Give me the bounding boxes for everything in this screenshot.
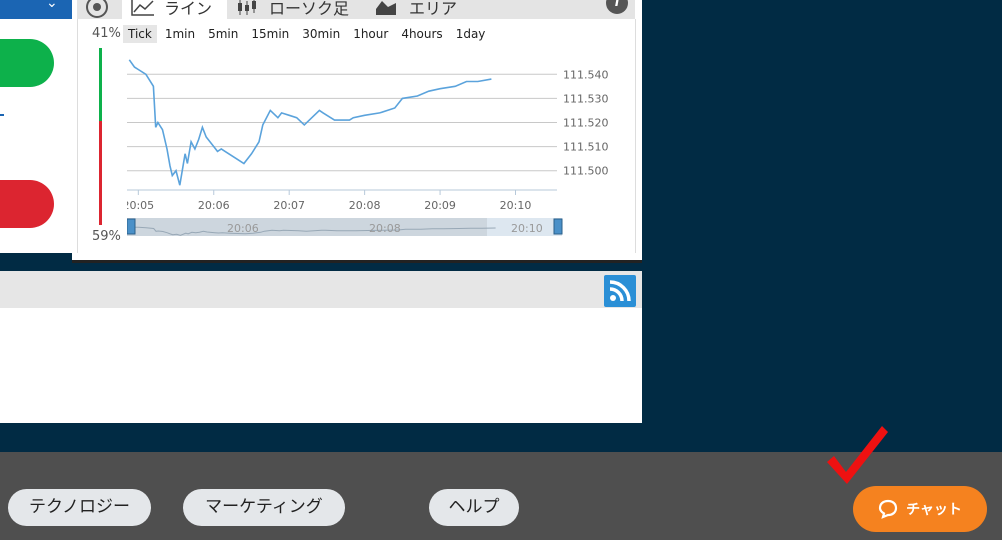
timeframe-4hours[interactable]: 4hours — [396, 25, 447, 43]
news-header — [0, 271, 642, 308]
sell-button[interactable] — [0, 180, 54, 228]
line-chart-icon — [131, 0, 154, 16]
buy-button[interactable] — [0, 39, 54, 87]
tab-candlestick[interactable]: ローソク足 — [235, 0, 349, 19]
news-panel — [0, 271, 642, 423]
x-tick-label: 20:05 — [127, 199, 154, 212]
buy-sentiment-percent: 41% — [92, 26, 121, 41]
chart-tab-bar: ライン ローソク足 エリア i — [77, 0, 635, 19]
divider — [77, 19, 78, 253]
navigator-tick-label: 20:08 — [369, 222, 401, 235]
rss-icon[interactable] — [604, 275, 636, 307]
x-tick-label: 20:09 — [424, 199, 456, 212]
chart-panel: ライン ローソク足 エリア i 41% 59% Tick 1min 5min 15mi… — [72, 0, 642, 263]
tab-area[interactable]: エリア — [373, 0, 457, 19]
divider — [635, 19, 636, 253]
y-tick-label: 111.540 — [563, 68, 609, 81]
trade-panel-header[interactable]: ⌄ — [0, 0, 72, 19]
y-tick-label: 111.510 — [563, 141, 609, 154]
trade-panel: ⌄ — [0, 0, 72, 253]
timeframe-tick[interactable]: Tick — [123, 25, 157, 43]
tab-line-label: ライン — [164, 0, 213, 18]
chart-navigator[interactable]: 20:06 20:08 20:10 — [127, 216, 567, 238]
tab-settings[interactable] — [85, 0, 109, 19]
timeframe-1min[interactable]: 1min — [160, 25, 200, 43]
buy-sentiment-bar — [99, 48, 102, 121]
sell-sentiment-bar — [99, 121, 102, 225]
timeframe-5min[interactable]: 5min — [203, 25, 243, 43]
y-tick-label: 111.500 — [563, 165, 609, 178]
navigator-right-handle[interactable] — [553, 218, 563, 235]
x-tick-label: 20:07 — [273, 199, 305, 212]
chevron-down-icon[interactable]: ⌄ — [46, 0, 58, 10]
timeframe-30min[interactable]: 30min — [297, 25, 345, 43]
x-tick-label: 20:08 — [349, 199, 381, 212]
price-chart[interactable]: 111.540 111.530 111.520 111.510 111.500 20:05… — [127, 50, 627, 215]
y-tick-label: 111.520 — [563, 117, 609, 130]
navigator-tick-label: 20:10 — [511, 222, 543, 235]
tab-area-label: エリア — [409, 0, 458, 18]
area-chart-icon — [376, 0, 396, 15]
candlestick-icon — [238, 0, 256, 15]
navigator-left-handle[interactable] — [127, 218, 136, 235]
tab-line[interactable]: ライン — [122, 0, 227, 19]
navigator-selected-range — [127, 218, 487, 236]
navigator-tick-label: 20:06 — [227, 222, 259, 235]
checkmark-icon — [827, 426, 888, 484]
x-tick-label: 20:10 — [500, 199, 532, 212]
settings-icon — [86, 0, 108, 18]
chat-button-label: チャット — [906, 502, 962, 518]
info-icon[interactable]: i — [606, 0, 628, 14]
technology-link[interactable]: テクノロジー — [8, 489, 151, 526]
sell-sentiment-percent: 59% — [92, 229, 121, 244]
chat-button[interactable]: チャット — [853, 486, 987, 532]
timeframe-selector: Tick 1min 5min 15min 30min 1hour 4hours 1day — [123, 25, 493, 43]
help-link[interactable]: ヘルプ — [429, 489, 519, 526]
marketing-link[interactable]: マーケティング — [183, 489, 345, 526]
timeframe-15min[interactable]: 15min — [246, 25, 294, 43]
y-tick-label: 111.530 — [563, 92, 609, 105]
chat-bubble-icon — [878, 499, 898, 519]
timeframe-1hour[interactable]: 1hour — [348, 25, 393, 43]
x-tick-label: 20:06 — [198, 199, 230, 212]
trade-link[interactable] — [0, 114, 4, 116]
tab-candlestick-label: ローソク足 — [269, 0, 350, 18]
timeframe-1day[interactable]: 1day — [451, 25, 491, 43]
